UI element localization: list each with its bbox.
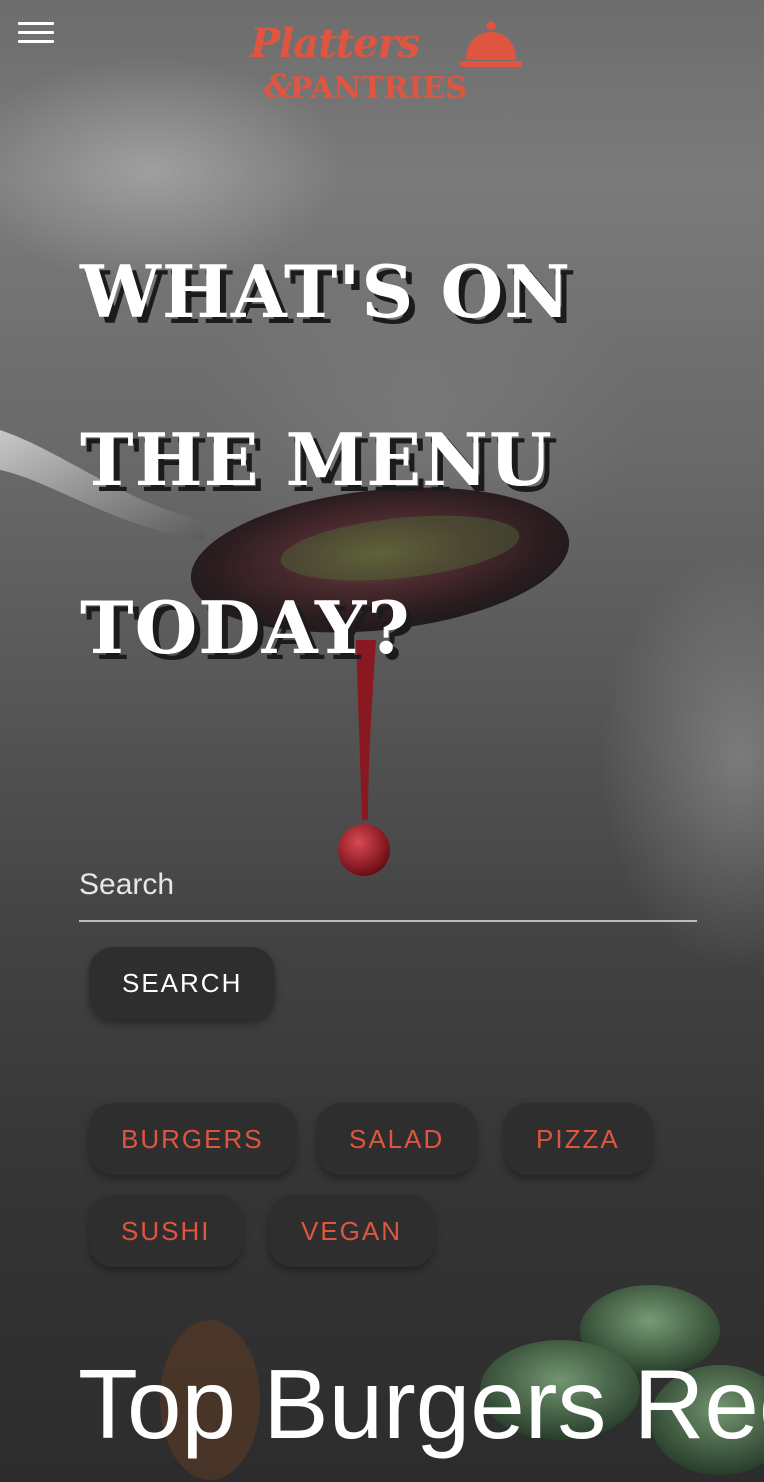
page: Platters & PANTRIES WHAT'S ON THE MENU T… (0, 0, 764, 1482)
logo-block-text: PANTRIES (290, 71, 467, 106)
category-chip-vegan[interactable]: VEGAN (269, 1195, 435, 1267)
category-chip-sushi[interactable]: SUSHI (89, 1195, 243, 1267)
search-button[interactable]: SEARCH (89, 947, 276, 1020)
category-chip-salad[interactable]: SALAD (317, 1103, 477, 1175)
search-field (79, 850, 697, 922)
site-logo[interactable]: Platters & PANTRIES (246, 18, 530, 110)
category-chip-burgers[interactable]: BURGERS (89, 1103, 296, 1175)
section-title: Top Burgers Recipes (78, 1349, 764, 1459)
search-input[interactable] (79, 860, 697, 910)
logo-ampersand: & (264, 67, 293, 105)
hero-title: WHAT'S ON THE MENU TODAY? (80, 249, 572, 670)
hamburger-menu-icon[interactable] (18, 22, 54, 44)
serving-cloche-icon (460, 21, 522, 67)
logo-script-text: Platters (250, 20, 420, 67)
category-chip-pizza[interactable]: PIZZA (504, 1103, 652, 1175)
